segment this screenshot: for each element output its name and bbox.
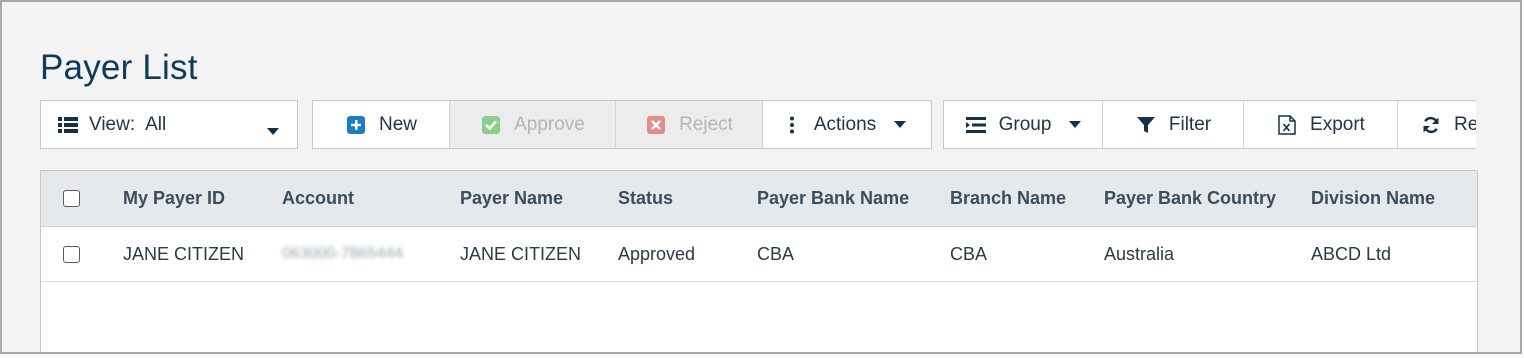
page-title: Payer List [40,48,198,87]
toolbar: View: All New Approve Reject Actions Gro… [40,100,1476,149]
select-all-checkbox[interactable] [63,171,80,226]
reject-button[interactable]: Reject [616,101,763,148]
cell-account: 063000-7865444 [282,245,404,262]
filter-icon [1135,114,1157,136]
payer-table: My Payer ID Account Payer Name Status Pa… [40,170,1478,352]
plus-icon [345,114,367,136]
cell-payer-bank-name: CBA [757,243,795,264]
reject-x-icon [645,114,667,136]
actions-label: Actions [813,113,877,135]
group-dropdown[interactable]: Group [944,101,1103,148]
list-icon [57,114,79,136]
column-header-division-name[interactable]: Division Name [1311,171,1435,226]
export-button[interactable]: Export [1244,101,1398,148]
cell-payer-bank-country: Australia [1104,243,1175,264]
cell-status: Approved [618,243,696,264]
view-select[interactable]: View: All [41,101,297,148]
record-actions-group: New Approve Reject Actions [312,100,932,149]
excel-file-icon [1276,114,1298,136]
row-checkbox[interactable] [63,227,80,281]
column-header-branch-name[interactable]: Branch Name [950,171,1066,226]
export-label: Export [1310,113,1365,135]
payer-list-window: Payer List View: All New Approve Reject … [0,0,1522,354]
refresh-button[interactable]: Re [1398,101,1476,148]
view-dropdown[interactable]: View: All [40,100,298,149]
column-header-payer-bank-name[interactable]: Payer Bank Name [757,171,909,226]
more-vertical-icon [788,114,796,136]
filter-label: Filter [1168,113,1212,135]
chevron-down-icon [1069,120,1082,129]
refresh-icon [1420,114,1442,136]
cell-my-payer-id: JANE CITIZEN [123,243,245,264]
filter-button[interactable]: Filter [1103,101,1244,148]
cell-payer-name: JANE CITIZEN [460,243,582,264]
column-header-payer-bank-country[interactable]: Payer Bank Country [1104,171,1276,226]
approve-button[interactable]: Approve [450,101,616,148]
table-row[interactable]: JANE CITIZEN 063000-7865444 JANE CITIZEN… [41,227,1477,282]
new-button[interactable]: New [313,101,450,148]
column-header-payer-name[interactable]: Payer Name [460,171,563,226]
reject-label: Reject [679,113,733,135]
cell-division-name: ABCD Ltd [1311,243,1392,264]
view-label: View: [89,113,136,135]
check-icon [480,114,502,136]
approve-label: Approve [514,113,585,135]
new-label: New [378,113,417,135]
chevron-down-icon [894,120,907,129]
group-icon [965,114,987,136]
group-label: Group [998,113,1052,135]
actions-dropdown[interactable]: Actions [763,101,931,148]
chevron-down-icon [267,120,279,142]
column-header-account[interactable]: Account [282,171,354,226]
view-value: All [145,113,167,135]
column-header-my-payer-id[interactable]: My Payer ID [123,171,225,226]
table-header: My Payer ID Account Payer Name Status Pa… [41,171,1477,227]
refresh-label: Re [1454,113,1476,135]
cell-branch-name: CBA [950,243,988,264]
column-header-status[interactable]: Status [618,171,673,226]
view-tools-group: Group Filter Export Re [943,100,1476,149]
